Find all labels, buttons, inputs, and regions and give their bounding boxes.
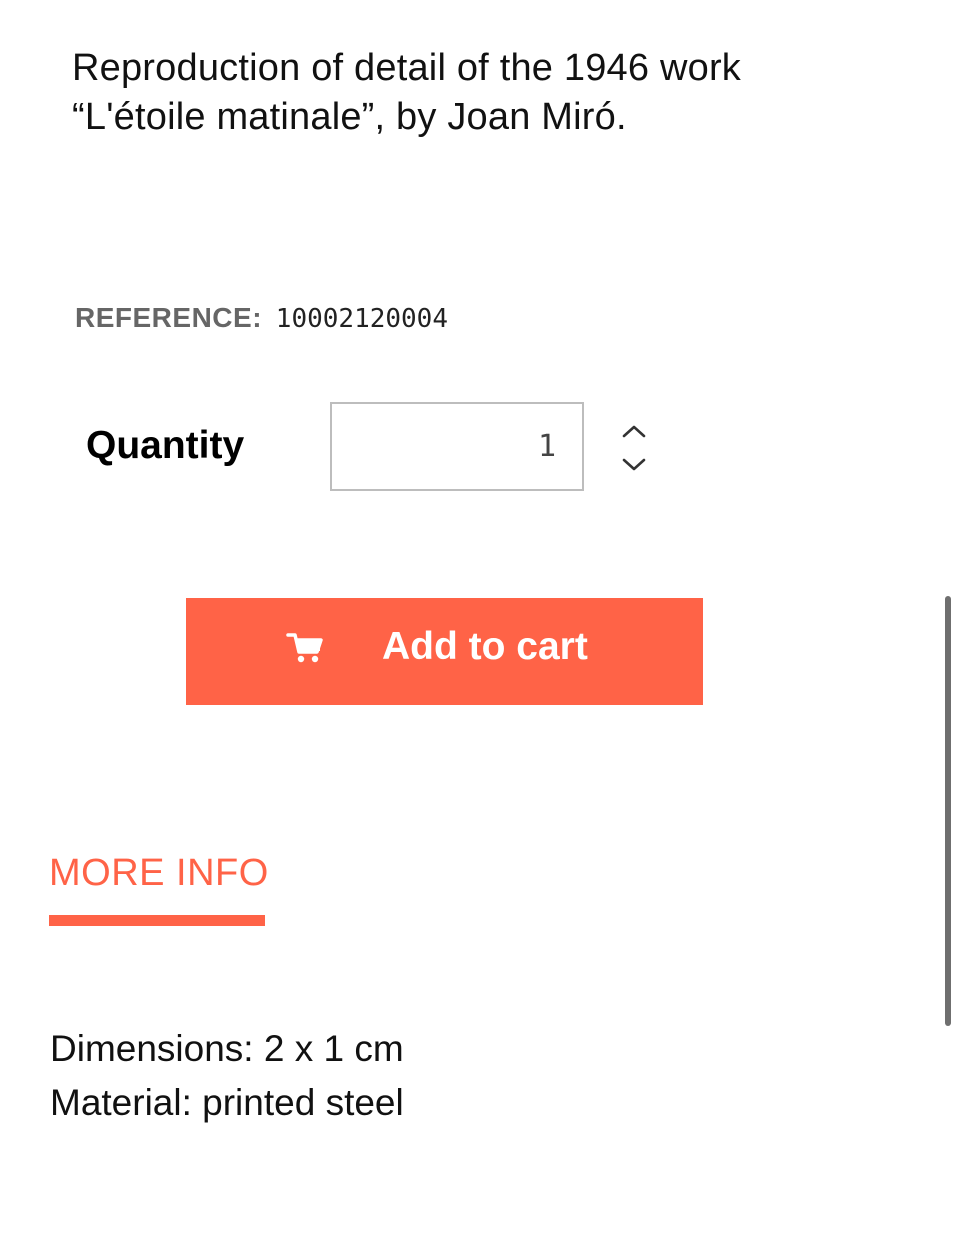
product-reference: REFERENCE: 10002120004 bbox=[75, 300, 448, 337]
chevron-up-icon[interactable] bbox=[614, 416, 654, 446]
material-text: Material: printed steel bbox=[50, 1082, 404, 1123]
dimensions-text: Dimensions: 2 x 1 cm bbox=[50, 1028, 404, 1069]
add-to-cart-label: Add to cart bbox=[382, 625, 588, 668]
quantity-stepper bbox=[614, 410, 654, 484]
chevron-down-icon[interactable] bbox=[614, 450, 654, 480]
product-specs: Dimensions: 2 x 1 cm Material: printed s… bbox=[50, 1022, 404, 1130]
product-description: Reproduction of detail of the 1946 work … bbox=[72, 44, 892, 142]
tab-more-info[interactable]: MORE INFO bbox=[49, 850, 269, 896]
quantity-input[interactable] bbox=[330, 402, 584, 491]
description-line-1: Reproduction of detail of the 1946 work bbox=[72, 47, 741, 89]
description-line-2: “L'étoile matinale”, by Joan Miró. bbox=[72, 96, 627, 138]
page-scrollbar[interactable] bbox=[945, 596, 951, 1026]
reference-value: 10002120004 bbox=[275, 304, 448, 334]
reference-label: REFERENCE: bbox=[75, 302, 263, 333]
add-to-cart-button[interactable]: Add to cart bbox=[186, 598, 703, 705]
quantity-label: Quantity bbox=[86, 424, 245, 467]
active-tab-indicator bbox=[49, 915, 265, 926]
shopping-cart-icon bbox=[286, 631, 324, 665]
